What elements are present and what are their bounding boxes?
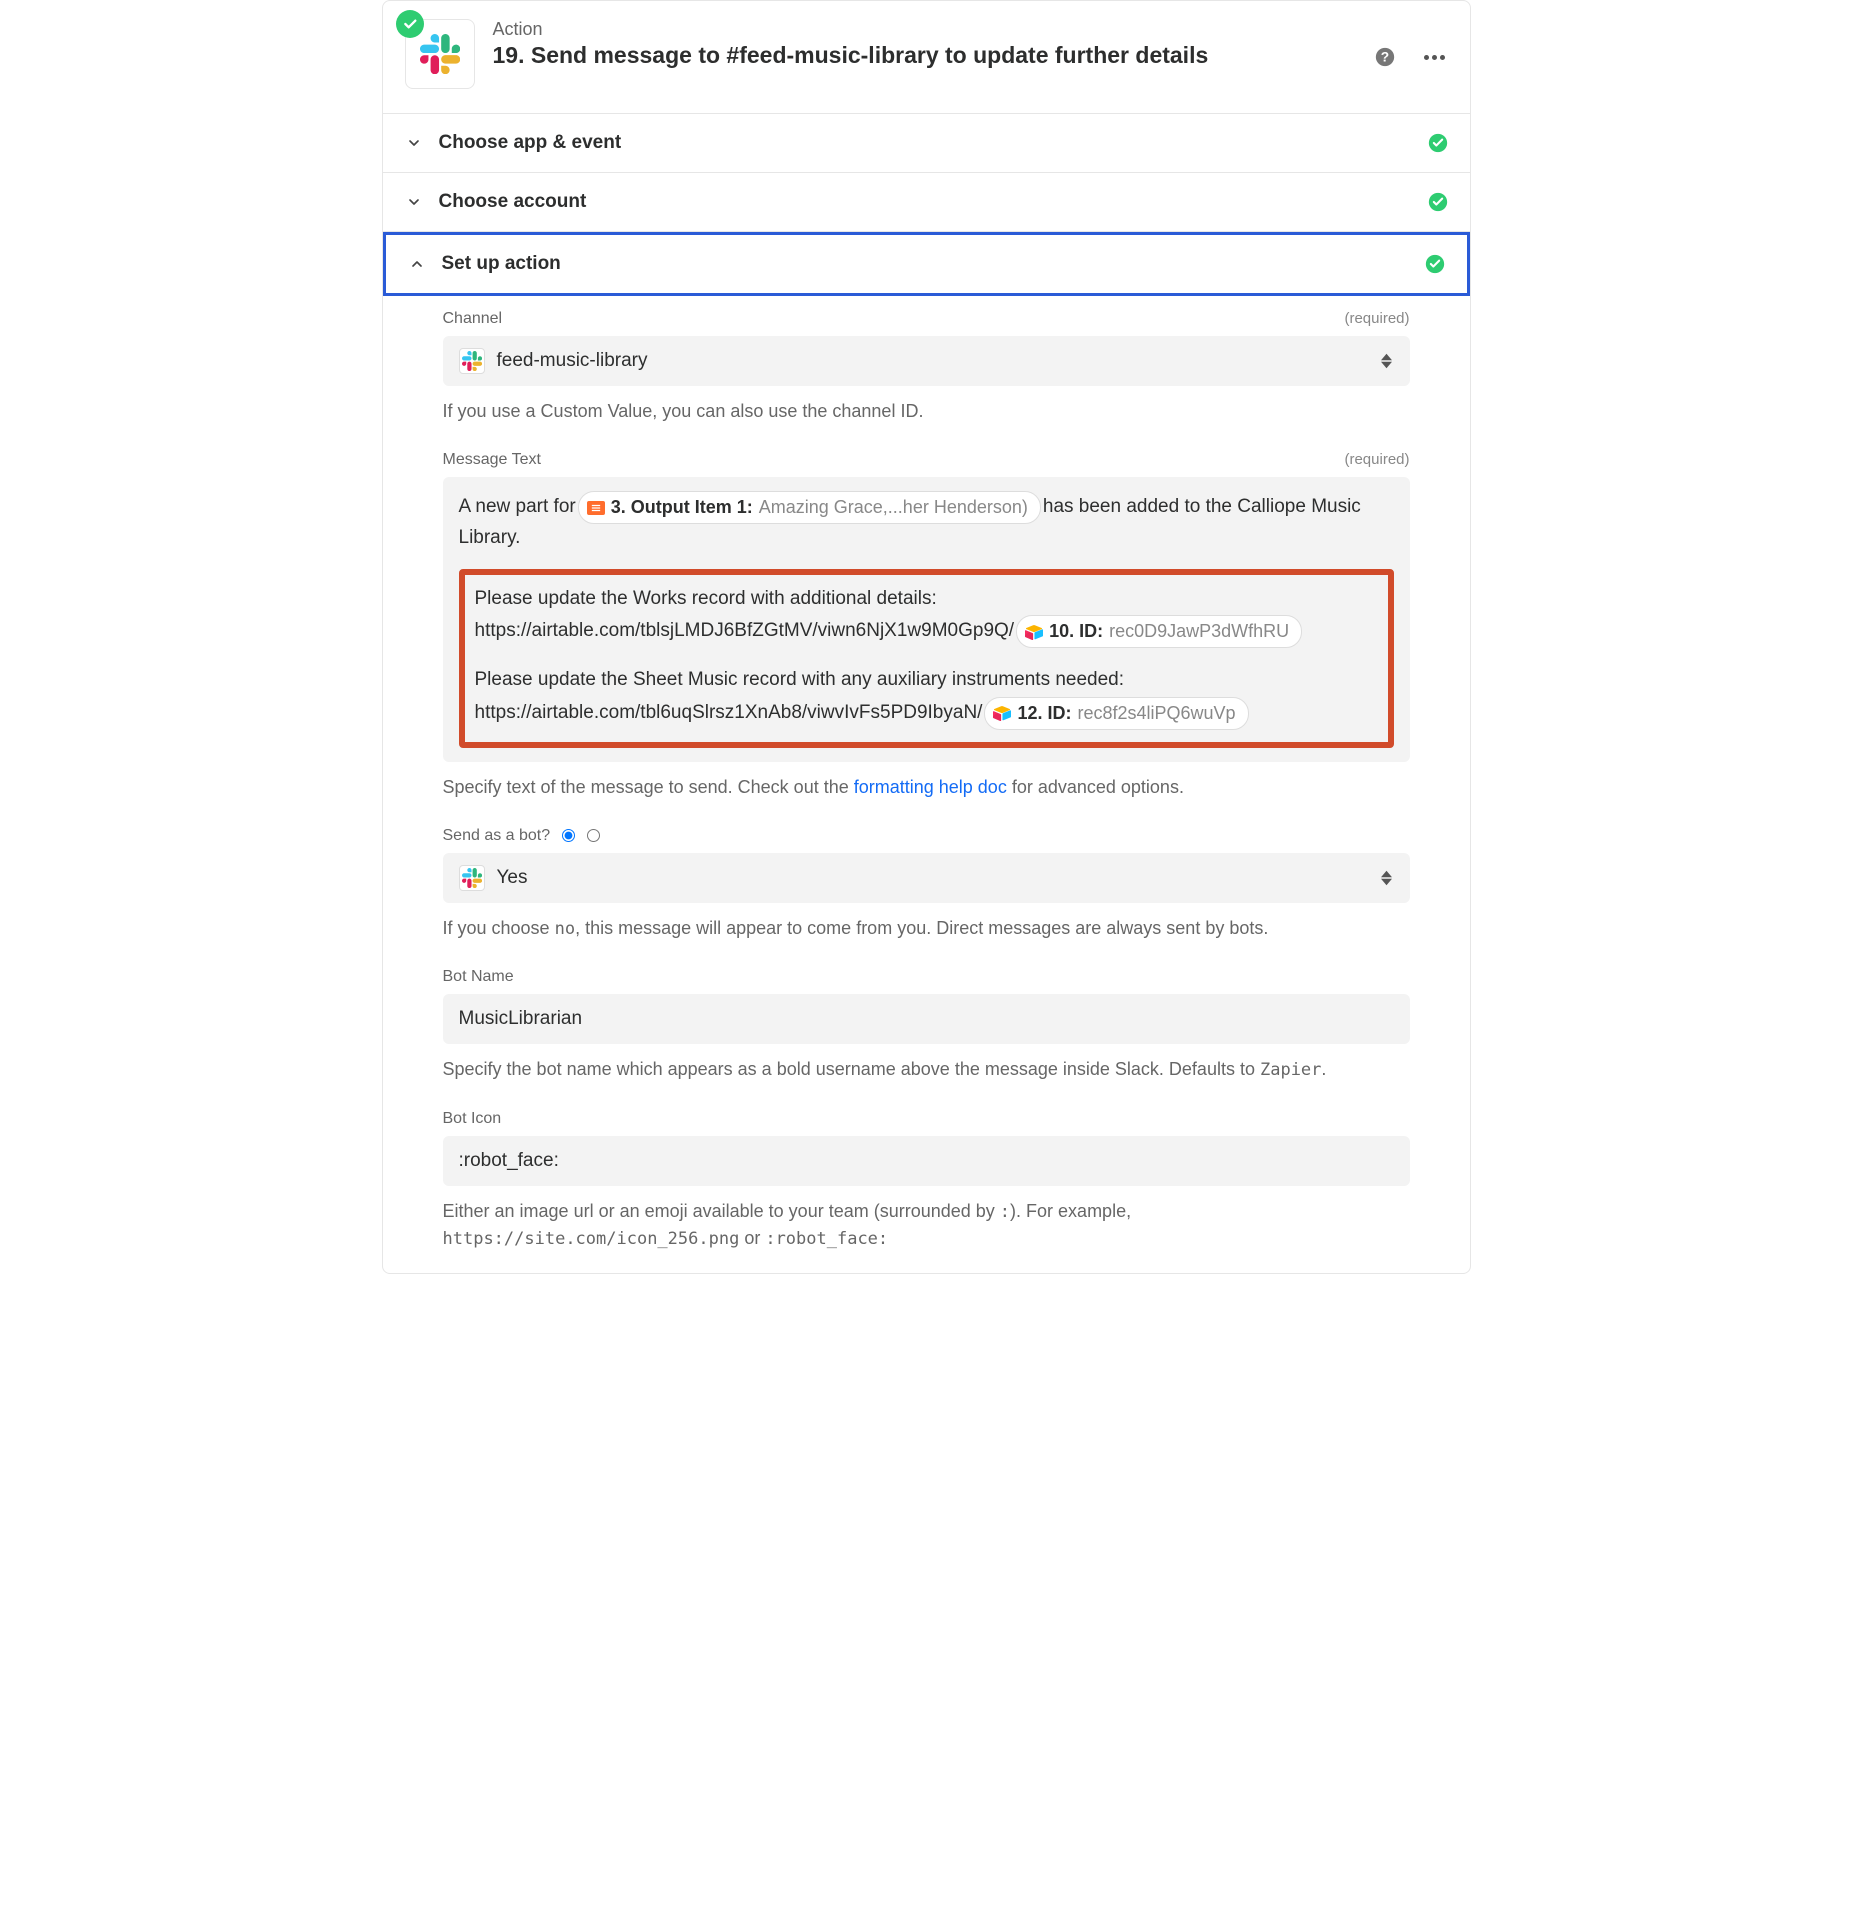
chevron-down-icon <box>405 193 423 211</box>
section-choose-account[interactable]: Choose account <box>383 173 1470 232</box>
annotation-highlight: Please update the Works record with addi… <box>459 569 1394 748</box>
message-text-help: Specify text of the message to send. Che… <box>443 774 1410 801</box>
message-text-fragment: https://airtable.com/tbl6uqSlrsz1XnAb8/v… <box>475 699 983 728</box>
help-icon[interactable] <box>1374 46 1396 68</box>
airtable-icon <box>1025 624 1043 640</box>
send-as-bot-select[interactable]: Yes <box>443 853 1410 903</box>
required-indicator: (required) <box>1344 451 1409 468</box>
variable-pill-record-id-10[interactable]: 10. ID: rec0D9JawP3dWfhRU <box>1016 615 1302 648</box>
channel-select[interactable]: feed-music-library <box>443 336 1410 386</box>
section-choose-app[interactable]: Choose app & event <box>383 114 1470 173</box>
message-text-fragment: A new part for <box>459 493 576 522</box>
required-indicator: (required) <box>1344 310 1409 327</box>
channel-value: feed-music-library <box>497 350 648 372</box>
check-circle-icon <box>1428 133 1448 153</box>
field-label: Channel <box>443 310 503 328</box>
slack-mini-icon <box>459 348 485 374</box>
message-text-fragment: Library. <box>459 524 521 553</box>
variable-pill-output-item[interactable]: 3. Output Item 1: Amazing Grace,...her H… <box>578 491 1041 524</box>
section-title: Choose app & event <box>439 132 1412 154</box>
field-message-text: Message Text (required) A new part for 3… <box>443 451 1410 801</box>
field-label: Bot Name <box>443 968 514 986</box>
slack-logo-icon <box>420 34 460 74</box>
step-type-label: Action <box>493 19 1448 40</box>
bot-icon-help: Either an image url or an emoji availabl… <box>443 1198 1410 1253</box>
message-text-fragment: has been added to the Calliope Music <box>1043 493 1361 522</box>
message-text-fragment: Please update the Works record with addi… <box>475 585 937 614</box>
step-header: Action 19. Send message to #feed-music-l… <box>383 1 1470 114</box>
field-channel: Channel (required) feed-music-library If… <box>443 310 1410 425</box>
variable-pill-record-id-12[interactable]: 12. ID: rec8f2s4liPQ6wuVp <box>984 697 1248 730</box>
action-editor-panel: Action 19. Send message to #feed-music-l… <box>382 0 1471 1274</box>
bot-icon-input[interactable]: :robot_face: <box>443 1136 1410 1186</box>
formatting-help-link[interactable]: formatting help doc <box>854 777 1007 797</box>
field-bot-icon: Bot Icon :robot_face: Either an image ur… <box>443 1110 1410 1253</box>
field-label: Send as a bot? <box>443 827 551 845</box>
section-set-up-action[interactable]: Set up action <box>383 232 1470 296</box>
section-title: Choose account <box>439 191 1412 213</box>
formatter-icon <box>587 501 605 515</box>
chevron-down-icon <box>405 134 423 152</box>
field-label: Bot Icon <box>443 1110 502 1128</box>
select-arrows-icon <box>1381 354 1392 369</box>
send-as-bot-value: Yes <box>497 867 528 889</box>
field-send-as-bot: Send as a bot? Yes If you choose no, thi… <box>443 827 1410 943</box>
send-as-bot-radio-no[interactable] <box>587 829 600 842</box>
select-arrows-icon <box>1381 870 1392 885</box>
field-label: Message Text <box>443 451 541 469</box>
app-icon-badge <box>405 19 475 89</box>
message-text-input[interactable]: A new part for 3. Output Item 1: Amazing… <box>443 477 1410 762</box>
set-up-action-body: Channel (required) feed-music-library If… <box>383 296 1470 1273</box>
chevron-up-icon <box>408 255 426 273</box>
field-bot-name: Bot Name MusicLibrarian Specify the bot … <box>443 968 1410 1084</box>
slack-mini-icon <box>459 865 485 891</box>
send-as-bot-help: If you choose no, this message will appe… <box>443 915 1410 943</box>
airtable-icon <box>993 705 1011 721</box>
message-text-fragment: Please update the Sheet Music record wit… <box>475 666 1125 695</box>
channel-help-text: If you use a Custom Value, you can also … <box>443 398 1410 425</box>
check-circle-icon <box>1428 192 1448 212</box>
step-title: 19. Send message to #feed-music-library … <box>493 42 1448 69</box>
message-text-fragment: https://airtable.com/tblsjLMDJ6BfZGtMV/v… <box>475 617 1015 646</box>
step-complete-check-icon <box>396 10 424 38</box>
bot-name-help: Specify the bot name which appears as a … <box>443 1056 1410 1084</box>
send-as-bot-radio-yes[interactable] <box>562 829 575 842</box>
more-menu-icon[interactable] <box>1424 46 1446 68</box>
check-circle-icon <box>1425 254 1445 274</box>
bot-name-input[interactable]: MusicLibrarian <box>443 994 1410 1044</box>
section-title: Set up action <box>442 253 1409 275</box>
